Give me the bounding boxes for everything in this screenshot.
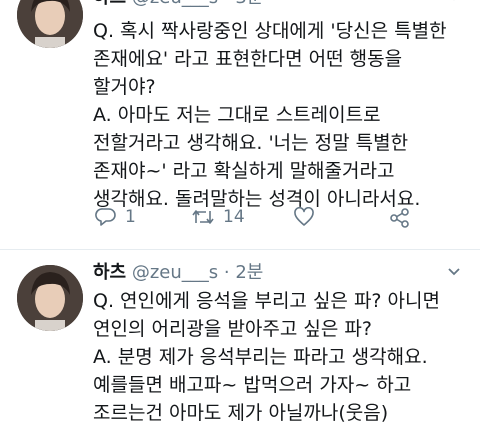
- like-button[interactable]: [293, 207, 323, 227]
- tweet-line: 조르는건 아마도 제가 아닐까나(웃음): [93, 402, 389, 424]
- tweet-line: 존재에요' 라고 표현한다면 어떤 행동을: [93, 48, 403, 70]
- like-icon: [294, 207, 314, 226]
- share-button[interactable]: [389, 207, 419, 229]
- tweet-text: Q. 연인에게 응석을 부리고 싶은 파? 아니면 연인의 어리광을 받아주고 …: [93, 287, 468, 427]
- tweet-header: 하츠 @zeu___s · 2분: [93, 261, 263, 285]
- tweet[interactable]: 하츠 @zeu___s · 2분 Q. 연인에게 응석을 부리고 싶은 파? 아…: [0, 255, 480, 430]
- caret-down-icon[interactable]: [446, 0, 462, 8]
- separator: ·: [218, 0, 235, 8]
- tweet[interactable]: 하츠 @zeu___s · 3분 Q. 혹시 짝사랑중인 상대에게 '당신은 특…: [0, 0, 480, 244]
- timestamp[interactable]: 2분: [235, 262, 263, 283]
- tweet-line: 예를들면 배고파~ 밥먹으러 가자~ 하고: [93, 374, 412, 396]
- avatar[interactable]: [17, 0, 83, 48]
- divider: [0, 249, 480, 250]
- caret-down-icon[interactable]: [446, 263, 462, 283]
- avatar[interactable]: [17, 265, 83, 331]
- reply-button[interactable]: 1: [95, 207, 136, 227]
- tweet-actions: 1 14: [93, 207, 463, 233]
- tweet-line: A. 아마도 저는 그대로 스트레이트로: [93, 104, 381, 126]
- share-icon: [390, 208, 409, 228]
- tweet-line: 연인의 어리광을 받아주고 싶은 파?: [93, 318, 372, 340]
- tweet-text: Q. 혹시 짝사랑중인 상대에게 '당신은 특별한 존재에요' 라고 표현한다면…: [93, 17, 468, 213]
- display-name[interactable]: 하츠: [93, 0, 126, 8]
- tweet-line: Q. 혹시 짝사랑중인 상대에게 '당신은 특별한: [93, 20, 447, 42]
- tweet-line: 전할거라고 생각해요. '너는 정말 특별한: [93, 132, 409, 154]
- retweet-count: 14: [223, 207, 245, 227]
- timestamp[interactable]: 3분: [235, 0, 263, 8]
- reply-count: 1: [125, 207, 136, 227]
- tweet-line: 할거야?: [93, 76, 156, 98]
- handle[interactable]: @zeu___s: [132, 0, 218, 8]
- tweet-line: A. 분명 제가 응석부리는 파라고 생각해요.: [93, 346, 428, 368]
- tweet-line: 존재야~' 라고 확실하게 말해줄거라고: [93, 160, 395, 182]
- display-name[interactable]: 하츠: [93, 262, 126, 283]
- retweet-icon: [192, 210, 214, 224]
- reply-icon: [95, 208, 116, 226]
- tweet-header: 하츠 @zeu___s · 3분: [93, 0, 263, 10]
- retweet-button[interactable]: 14: [191, 207, 245, 227]
- separator: ·: [218, 262, 236, 283]
- tweet-line: Q. 연인에게 응석을 부리고 싶은 파? 아니면: [93, 290, 440, 312]
- handle[interactable]: @zeu___s: [132, 262, 218, 283]
